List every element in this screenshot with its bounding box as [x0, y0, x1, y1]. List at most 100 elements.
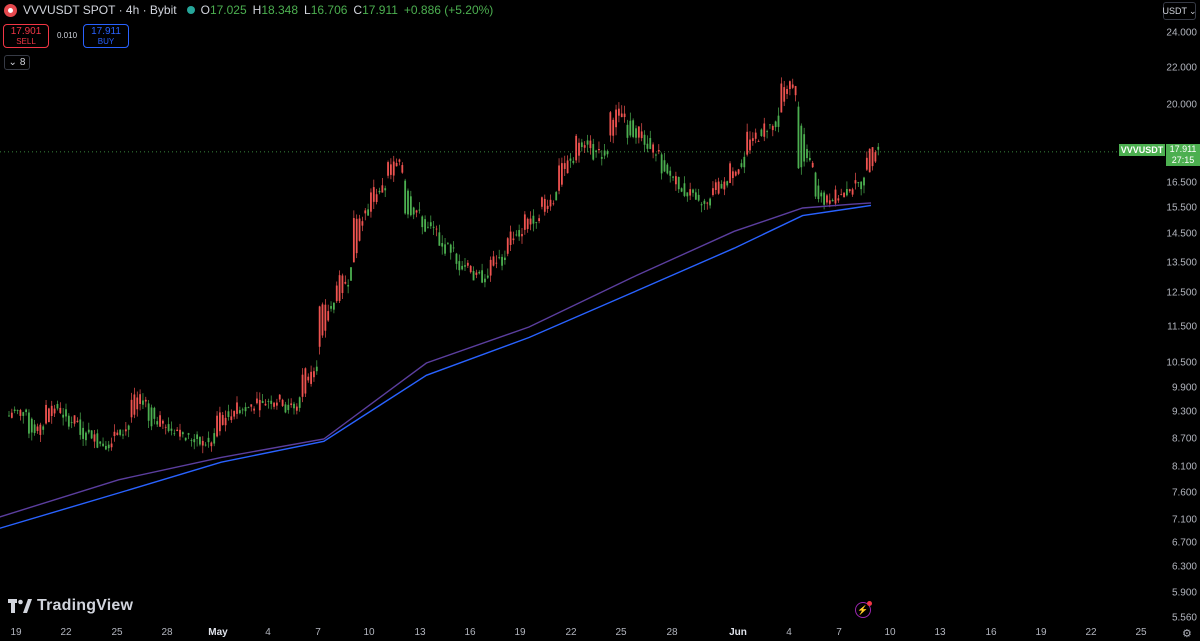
candle: [187, 432, 190, 440]
candle: [877, 143, 880, 156]
candle: [93, 430, 96, 449]
candle: [133, 387, 136, 419]
moving-average-line-2: [0, 202, 872, 518]
price-tick-label: 20.000: [1166, 99, 1197, 111]
candle: [771, 124, 774, 137]
candle: [843, 192, 845, 198]
candle: [578, 138, 580, 163]
candle: [663, 153, 666, 173]
candle: [56, 400, 59, 411]
buy-price: 17.911: [91, 26, 121, 37]
moving-average-line-1: [0, 204, 872, 529]
candle: [760, 128, 763, 137]
lightning-icon[interactable]: ⚡: [855, 601, 872, 618]
indicators-count: 8: [19, 57, 26, 68]
candle: [142, 393, 144, 410]
time-tick-label: 25: [615, 627, 627, 638]
tradingview-logo[interactable]: TradingView: [8, 597, 133, 615]
candle: [304, 367, 307, 398]
candle: [834, 185, 837, 207]
candle: [743, 152, 746, 174]
time-tick-label: 4: [265, 627, 271, 638]
time-tick-label: 19: [514, 627, 526, 638]
currency-select[interactable]: USDT ⌄: [1162, 2, 1197, 20]
candle: [501, 254, 503, 271]
candle: [686, 192, 689, 202]
candle: [549, 194, 552, 211]
candle: [432, 220, 435, 235]
candle: [398, 158, 401, 166]
indicators-toggle-button[interactable]: ⌄ 8: [4, 55, 30, 70]
candle: [464, 258, 466, 272]
candle: [210, 441, 213, 452]
candle: [600, 150, 603, 166]
candle: [79, 412, 82, 440]
candle: [102, 437, 104, 448]
time-tick-label: 25: [1135, 627, 1147, 638]
candle: [846, 181, 848, 197]
candle: [358, 214, 361, 242]
candle: [481, 263, 483, 284]
candle: [694, 188, 697, 200]
price-change: +0.886 (+5.20%): [403, 3, 494, 17]
candle: [458, 254, 461, 276]
candle: [592, 138, 595, 161]
candle: [53, 404, 56, 417]
candle: [723, 177, 726, 196]
ohlc-open: O17.025: [200, 3, 247, 17]
candle: [156, 416, 159, 428]
candle: [116, 429, 119, 436]
candle: [230, 409, 233, 423]
sell-button[interactable]: 17.901 SELL: [3, 24, 49, 48]
candle: [820, 190, 823, 203]
last-price-value: 17.911: [1169, 144, 1197, 154]
price-tick-label: 11.500: [1167, 321, 1197, 333]
candle: [170, 421, 173, 436]
candle: [324, 299, 327, 338]
candle: [415, 209, 418, 218]
candle: [837, 195, 840, 203]
candle: [729, 161, 731, 184]
candle: [22, 411, 25, 424]
candle: [532, 209, 535, 232]
symbol-title[interactable]: VVVUSDT SPOT · 4h · Bybit: [23, 3, 177, 17]
time-axis[interactable]: 19 22 25 28 May 4 7 10 13 16 19 22 25 28 Jun 4 7 10 13 16 19…: [0, 625, 1200, 641]
candle: [196, 431, 198, 447]
candle: [606, 149, 609, 158]
candle: [67, 413, 70, 430]
tradingview-logo-icon: [8, 599, 32, 613]
price-tick-label: 13.500: [1166, 257, 1197, 269]
candle: [355, 214, 358, 259]
candle: [179, 423, 181, 441]
candle: [828, 193, 831, 208]
candle: [62, 408, 65, 426]
candle: [803, 127, 806, 167]
candle: [794, 85, 797, 102]
candle: [583, 141, 586, 154]
candle: [87, 422, 90, 435]
price-axis[interactable]: 24.00022.00020.00018.00016.50015.50014.5…: [1165, 0, 1200, 625]
candle: [751, 132, 754, 146]
time-tick-label: 22: [1085, 627, 1097, 638]
settings-icon[interactable]: ⚙: [1182, 627, 1192, 640]
price-tick-label: 15.500: [1166, 202, 1197, 214]
candle: [347, 279, 350, 294]
price-tick-label: 7.600: [1171, 487, 1197, 499]
candle: [150, 404, 153, 431]
candle: [258, 392, 261, 418]
candle: [526, 217, 529, 233]
time-tick-label: 22: [565, 627, 577, 638]
candle: [227, 404, 230, 421]
candle: [774, 120, 777, 132]
exchange-logo-icon: [4, 3, 17, 17]
candle: [90, 430, 93, 440]
candle: [199, 436, 201, 447]
candle: [372, 179, 375, 210]
time-tick-label: 13: [934, 627, 946, 638]
buy-button[interactable]: 17.911 BUY: [83, 24, 129, 48]
candle: [287, 398, 290, 414]
candle: [714, 179, 717, 195]
candle: [276, 398, 278, 410]
candle: [45, 399, 47, 425]
price-chart[interactable]: [0, 0, 1165, 625]
